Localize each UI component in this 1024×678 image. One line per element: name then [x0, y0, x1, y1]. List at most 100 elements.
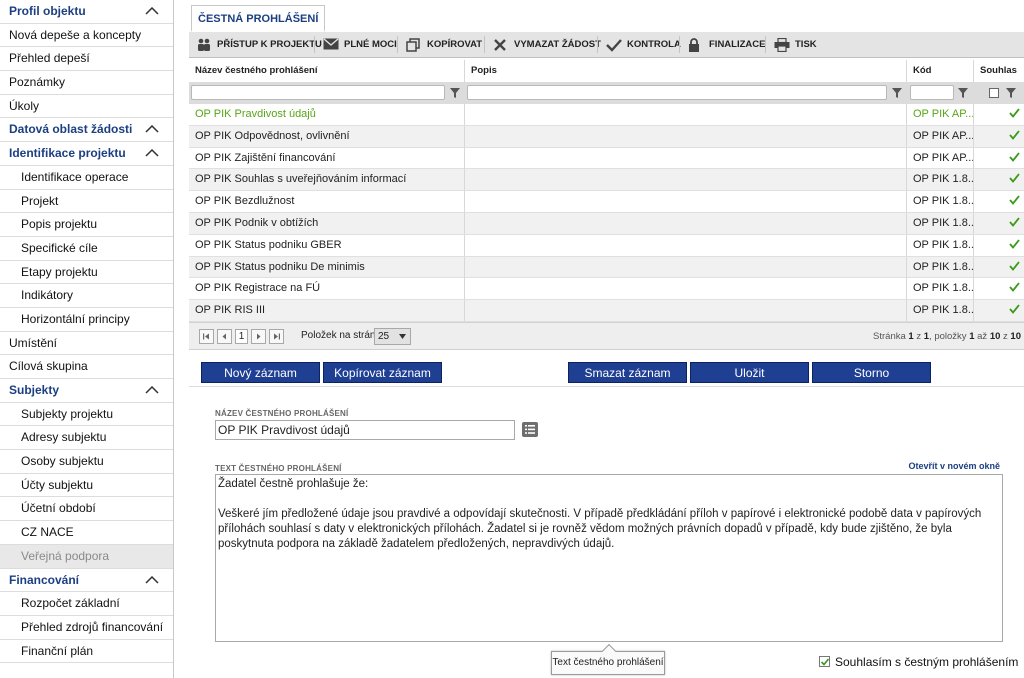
sidebar-item[interactable]: Cílová skupina — [0, 355, 173, 379]
next-page-button[interactable] — [251, 329, 266, 344]
pager-info-page: 1 — [908, 331, 914, 342]
filter-icon[interactable] — [450, 88, 460, 98]
tab-cestna-prohlaseni[interactable]: ČESTNÁ PROHLÁŠENÍ — [191, 5, 326, 32]
toolbar-divider — [765, 36, 766, 53]
new-record-button[interactable]: Nový záznam — [201, 362, 320, 383]
items-per-page-select[interactable]: 25 — [374, 328, 411, 345]
cell-name: OP PIK Zajištění financování — [189, 147, 465, 169]
sidebar-item[interactable]: Specifické cíle — [0, 237, 173, 261]
sidebar-item[interactable]: Subjekty projektu — [0, 403, 173, 427]
table-row[interactable]: OP PIK Pravdivost údajů OP PIK AP... — [189, 104, 1024, 126]
print-button[interactable]: TISK — [767, 32, 827, 57]
power-of-attorney-button[interactable]: PLNÉ MOCI — [316, 32, 397, 57]
sidebar-item[interactable]: Popis projektu — [0, 213, 173, 237]
current-page-input[interactable]: 1 — [235, 329, 248, 344]
column-header-code[interactable]: Kód — [907, 60, 974, 82]
column-header-description[interactable]: Popis — [465, 60, 907, 82]
sidebar-item-label: Horizontální principy — [21, 311, 130, 326]
power-of-attorney-label: PLNÉ MOCI — [344, 39, 397, 50]
chevron-up-icon[interactable] — [145, 575, 159, 584]
table-row[interactable]: OP PIK Status podniku GBER OP PIK 1.8... — [189, 234, 1024, 257]
access-project-button[interactable]: PŘÍSTUP K PROJEKTU — [189, 32, 322, 57]
sidebar-item[interactable]: Identifikace operace — [0, 166, 173, 190]
cell-desc — [465, 147, 907, 169]
chevron-up-icon[interactable] — [145, 7, 159, 15]
open-in-new-window-link[interactable]: Otevřít v novém okně — [908, 461, 1000, 471]
finalize-label: FINALIZACE — [709, 39, 766, 50]
consent-filter-checkbox[interactable] — [989, 88, 999, 98]
delete-record-button[interactable]: Smazat záznam — [568, 362, 687, 383]
sidebar-item[interactable]: Nová depeše a koncepty — [0, 24, 173, 48]
sidebar-item[interactable]: Přehled zdrojů financování — [0, 616, 173, 640]
sidebar-item[interactable]: Rozpočet základní — [0, 592, 173, 616]
sidebar-item[interactable]: Adresy subjektu — [0, 426, 173, 451]
sidebar-item[interactable]: CZ NACE — [0, 521, 173, 545]
agree-checkbox[interactable] — [819, 656, 830, 667]
list-picker-button[interactable] — [522, 422, 538, 437]
last-page-button[interactable] — [269, 329, 284, 344]
table-row[interactable]: OP PIK Status podniku De minimis OP PIK 1… — [189, 256, 1024, 279]
delete-application-label: VYMAZAT ŽÁDOST — [514, 39, 601, 50]
toolbar-divider — [397, 36, 398, 53]
consent-check-icon — [1009, 217, 1020, 227]
chevron-up-icon[interactable] — [145, 125, 159, 133]
sidebar-item-label: CZ NACE — [21, 525, 74, 540]
filter-icon[interactable] — [892, 88, 902, 98]
sidebar-item[interactable]: Etapy projektu — [0, 261, 173, 285]
sidebar-item-label: Cílová skupina — [9, 359, 88, 374]
code-filter-input[interactable] — [910, 85, 954, 100]
column-header-consent[interactable]: Souhlas — [974, 60, 1024, 82]
sidebar-item[interactable]: Subjekty — [0, 379, 173, 403]
chevron-up-icon[interactable] — [145, 386, 159, 394]
sidebar-item[interactable]: Profil objektu — [0, 0, 173, 24]
description-filter-input[interactable] — [467, 85, 887, 100]
sidebar-item[interactable]: Finanční plán — [0, 640, 173, 664]
column-header-name[interactable]: Název čestného prohlášení — [189, 60, 465, 82]
copy-button[interactable]: KOPÍROVAT — [399, 32, 483, 57]
save-button[interactable]: Uložit — [690, 362, 809, 383]
table-row[interactable]: OP PIK Bezdlužnost OP PIK 1.8... — [189, 191, 1024, 213]
table-row[interactable]: OP PIK Odpovědnost, ovlivnění OP PIK AP..… — [189, 125, 1024, 148]
previous-page-button[interactable] — [217, 329, 232, 344]
sidebar-item[interactable]: Úkoly — [0, 95, 173, 119]
filter-icon[interactable] — [1006, 88, 1016, 98]
first-page-button[interactable] — [199, 329, 214, 344]
checkmark-icon — [820, 658, 830, 666]
table-row[interactable]: OP PIK Registrace na FÚ OP PIK 1.8... — [189, 278, 1024, 301]
table-row[interactable]: OP PIK Zajištění financování OP PIK AP... — [189, 147, 1024, 170]
sidebar-item[interactable]: Veřejná podpora — [0, 544, 173, 569]
sidebar-item[interactable]: Poznámky — [0, 71, 173, 95]
table-row[interactable]: OP PIK Souhlas s uveřejňováním informací… — [189, 169, 1024, 192]
cell-code: OP PIK 1.8... — [907, 278, 974, 300]
table-row[interactable]: OP PIK RIS III OP PIK 1.8... — [189, 300, 1024, 322]
declaration-text-area[interactable]: Žadatel čestně prohlašuje že: Veškeré jí… — [215, 474, 1003, 642]
sidebar-item[interactable]: Účetní období — [0, 497, 173, 522]
copy-record-button[interactable]: Kopírovat záznam — [323, 362, 442, 383]
sidebar-item[interactable]: Projekt — [0, 190, 173, 214]
consent-check-icon — [1009, 173, 1020, 184]
sidebar-item-label: Adresy subjektu — [21, 430, 107, 445]
sidebar-item[interactable]: Identifikace projektu — [0, 142, 173, 166]
cell-desc — [465, 169, 907, 191]
declaration-name-field[interactable]: OP PIK Pravdivost údajů — [215, 420, 515, 440]
printer-icon — [774, 38, 790, 52]
finalize-button[interactable]: FINALIZACE — [681, 32, 765, 57]
cancel-button[interactable]: Storno — [812, 362, 931, 383]
chevron-down-icon — [399, 334, 406, 339]
sidebar-item[interactable]: Indikátory — [0, 284, 173, 308]
sidebar-item[interactable]: Datová oblast žádosti — [0, 118, 173, 143]
cell-code: OP PIK 1.8... — [907, 234, 974, 256]
check-button[interactable]: KONTROLA — [599, 32, 681, 57]
sidebar-item[interactable]: Umístění — [0, 332, 173, 356]
sidebar-item[interactable]: Přehled depeší — [0, 47, 173, 72]
filter-icon[interactable] — [958, 88, 968, 98]
table-row[interactable]: OP PIK Podnik v obtížích OP PIK 1.8... — [189, 213, 1024, 235]
sidebar-item[interactable]: Financování — [0, 569, 173, 593]
cell-desc — [465, 213, 907, 234]
sidebar-item[interactable]: Osoby subjektu — [0, 450, 173, 474]
sidebar-item[interactable]: Horizontální principy — [0, 308, 173, 332]
sidebar-item[interactable]: Účty subjektu — [0, 474, 173, 498]
chevron-up-icon[interactable] — [145, 149, 159, 157]
delete-application-button[interactable]: VYMAZAT ŽÁDOST — [486, 32, 601, 57]
name-filter-input[interactable] — [191, 85, 445, 100]
